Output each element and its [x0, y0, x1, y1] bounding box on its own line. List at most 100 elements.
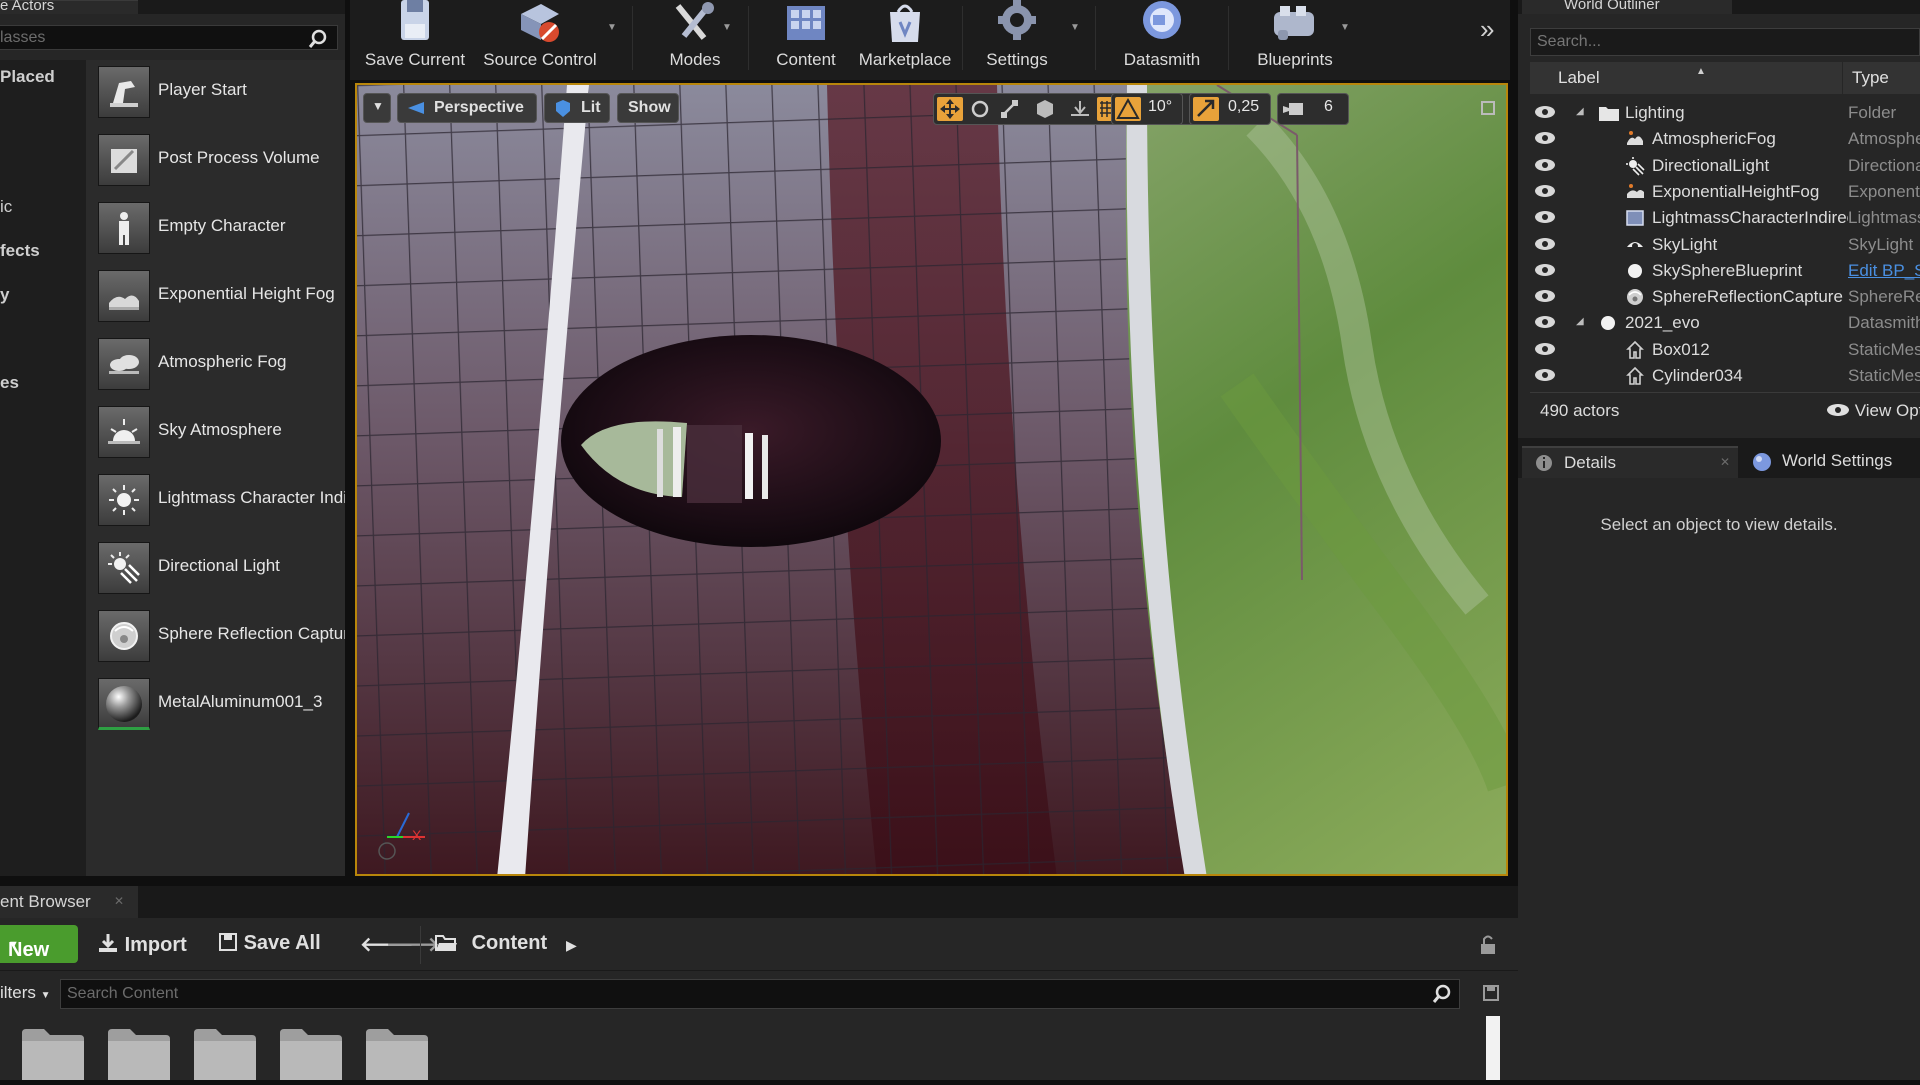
- scale-snap-value[interactable]: 0,25: [1228, 98, 1259, 116]
- save-current-button[interactable]: Save Current: [360, 0, 470, 80]
- save-search-icon[interactable]: [1482, 984, 1500, 1007]
- marketplace-button[interactable]: Marketplace: [852, 0, 958, 80]
- visibility-eye-icon[interactable]: [1533, 104, 1557, 125]
- scale-snap-icon[interactable]: [1193, 97, 1219, 121]
- folder-icon[interactable]: [278, 1025, 344, 1080]
- search-icon[interactable]: [1431, 983, 1453, 1005]
- scale-icon[interactable]: [997, 97, 1023, 121]
- level-viewport[interactable]: X ▼ Perspective Lit Show 1 10° 0,25 6: [355, 83, 1508, 876]
- content-scrollbar[interactable]: [1486, 1016, 1500, 1080]
- outliner-row[interactable]: DirectionalLight DirectionalLight: [1530, 153, 1920, 179]
- lit-button[interactable]: Lit: [544, 93, 610, 123]
- actor-item-exponential-height-fog[interactable]: Exponential Height Fog: [86, 264, 345, 326]
- actor-item-empty-character[interactable]: Empty Character: [86, 196, 345, 258]
- outliner-row[interactable]: SkyLight SkyLight: [1530, 232, 1920, 258]
- datasmith-button[interactable]: Datasmith: [1107, 0, 1217, 80]
- actor-item-player-start[interactable]: Player Start: [86, 60, 345, 122]
- path-content-button[interactable]: Content: [434, 932, 547, 955]
- visibility-eye-icon[interactable]: [1533, 209, 1557, 230]
- column-label-header[interactable]: Label: [1558, 68, 1600, 88]
- expand-arrow-icon[interactable]: ◢: [1576, 106, 1584, 117]
- viewport-scene[interactable]: [357, 85, 1508, 876]
- outliner-row[interactable]: SkySphereBlueprint Edit BP_Sky_Sphere: [1530, 258, 1920, 284]
- column-divider[interactable]: [1842, 62, 1843, 94]
- source-control-button[interactable]: Source Control: [475, 0, 605, 80]
- tab-details[interactable]: Details ✕: [1522, 446, 1738, 478]
- actor-item-sky-atmosphere[interactable]: Sky Atmosphere: [86, 400, 345, 462]
- actor-item-directional-light[interactable]: Directional Light: [86, 536, 345, 598]
- visibility-eye-icon[interactable]: [1533, 288, 1557, 309]
- outliner-row[interactable]: SphereReflectionCapture SphereReflectionC…: [1530, 284, 1920, 310]
- visibility-eye-icon[interactable]: [1533, 341, 1557, 362]
- chevron-down-icon[interactable]: ▼: [1070, 22, 1080, 33]
- history-forward-icon[interactable]: 🡒: [386, 932, 440, 957]
- folder-icon[interactable]: [20, 1025, 86, 1080]
- actor-item-material[interactable]: MetalAluminum001_3: [86, 672, 345, 734]
- visibility-eye-icon[interactable]: [1533, 367, 1557, 388]
- import-button[interactable]: Import: [97, 932, 187, 957]
- new-button[interactable]: New ▼: [0, 925, 78, 963]
- category-volumes[interactable]: es: [0, 373, 19, 393]
- column-type-header[interactable]: Type: [1852, 68, 1889, 88]
- visibility-eye-icon[interactable]: [1533, 314, 1557, 335]
- tab-world-settings[interactable]: World Settings: [1745, 446, 1920, 478]
- actor-item-sphere-reflection[interactable]: Sphere Reflection Capture: [86, 604, 345, 666]
- actor-item-post-process[interactable]: Post Process Volume: [86, 128, 345, 190]
- tab-content-browser[interactable]: ent Browser ✕: [0, 886, 138, 918]
- outliner-row[interactable]: ◢ Lighting Folder: [1530, 100, 1920, 126]
- viewport-options-button[interactable]: ▼: [363, 93, 391, 123]
- outliner-row[interactable]: Box012 StaticMeshActor: [1530, 337, 1920, 363]
- chevron-down-icon[interactable]: ▼: [1340, 22, 1350, 33]
- close-icon[interactable]: ✕: [1720, 455, 1730, 469]
- path-chevron-right-icon[interactable]: ▶: [566, 937, 577, 954]
- translate-icon[interactable]: [937, 97, 963, 121]
- lock-icon[interactable]: [1478, 934, 1498, 961]
- outliner-row-type[interactable]: Edit BP_Sky_Sphere: [1848, 261, 1920, 281]
- class-search-input[interactable]: lasses: [0, 25, 338, 50]
- content-button[interactable]: Content: [761, 0, 851, 80]
- chevron-down-icon[interactable]: ▼: [607, 22, 617, 33]
- folder-icon[interactable]: [106, 1025, 172, 1080]
- outliner-row[interactable]: AtmosphericFog AtmosphericFog: [1530, 126, 1920, 152]
- category-basic[interactable]: ic: [0, 197, 12, 217]
- search-icon[interactable]: [307, 28, 329, 55]
- outliner-search-input[interactable]: Search...: [1530, 28, 1920, 56]
- category-placed[interactable]: Placed: [0, 67, 55, 87]
- actor-item-lightmass-character[interactable]: Lightmass Character Indirect Detail Volu…: [86, 468, 345, 530]
- world-local-icon[interactable]: [1032, 97, 1058, 121]
- show-button[interactable]: Show: [617, 93, 679, 123]
- outliner-row[interactable]: ExponentialHeightFog ExponentialHeightFog: [1530, 179, 1920, 205]
- toolbar-overflow-icon[interactable]: »: [1480, 14, 1494, 45]
- rotation-snap-value[interactable]: 10°: [1148, 98, 1172, 116]
- content-search-input[interactable]: Search Content: [60, 979, 1460, 1009]
- folder-icon[interactable]: [364, 1025, 430, 1080]
- close-icon[interactable]: ✕: [114, 894, 124, 908]
- camera-speed-value[interactable]: 6: [1324, 98, 1333, 116]
- view-options-button[interactable]: View Options: [1826, 401, 1920, 421]
- save-all-button[interactable]: Save All: [218, 932, 321, 955]
- modes-button[interactable]: Modes: [640, 0, 750, 80]
- visibility-eye-icon[interactable]: [1533, 236, 1557, 257]
- rotation-snap-icon[interactable]: [1115, 97, 1141, 121]
- camera-speed-icon[interactable]: [1281, 97, 1307, 121]
- settings-button[interactable]: Settings: [975, 0, 1059, 80]
- visibility-eye-icon[interactable]: [1533, 157, 1557, 178]
- actor-item-atmospheric-fog[interactable]: Atmospheric Fog: [86, 332, 345, 394]
- maximize-viewport-icon[interactable]: [1481, 101, 1495, 115]
- outliner-row[interactable]: LightmassCharacterIndirectDetailVolumeLi…: [1530, 205, 1920, 231]
- tab-world-outliner[interactable]: World Outliner: [1522, 0, 1732, 14]
- tab-place-actors[interactable]: e Actors: [0, 0, 138, 15]
- visibility-eye-icon[interactable]: [1533, 130, 1557, 151]
- visibility-eye-icon[interactable]: [1533, 183, 1557, 204]
- filters-button[interactable]: ilters ▼: [0, 983, 51, 1003]
- category-geometry[interactable]: y: [0, 285, 9, 305]
- perspective-button[interactable]: Perspective: [397, 93, 537, 123]
- blueprints-button[interactable]: Blueprints: [1240, 0, 1350, 80]
- outliner-row[interactable]: Cylinder034 StaticMeshActor: [1530, 363, 1920, 389]
- rotate-icon[interactable]: [967, 97, 993, 121]
- expand-arrow-icon[interactable]: ◢: [1576, 316, 1584, 327]
- surface-snap-icon[interactable]: [1067, 97, 1093, 121]
- folder-icon[interactable]: [192, 1025, 258, 1080]
- chevron-down-icon[interactable]: ▼: [722, 22, 732, 33]
- outliner-row[interactable]: ◢ 2021_evo DatasmithSceneActor: [1530, 310, 1920, 336]
